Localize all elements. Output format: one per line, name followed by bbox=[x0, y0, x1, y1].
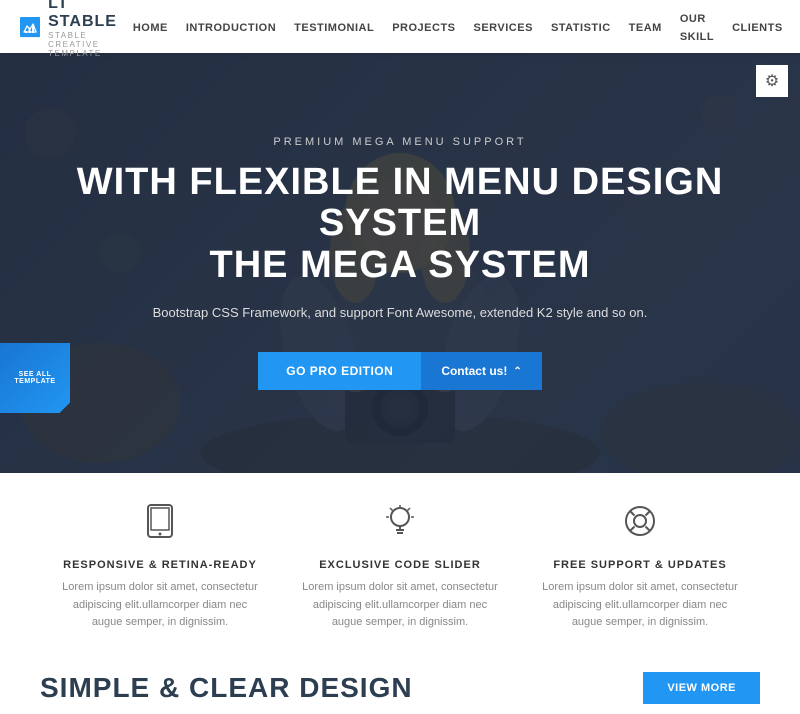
templates-badge[interactable]: SEE ALL TEMPLATE bbox=[0, 343, 70, 413]
bottom-title: SIMPLE & CLEAR DESIGN bbox=[40, 672, 413, 704]
nav-link-testimonial[interactable]: TESTIMONIAL bbox=[294, 22, 374, 34]
nav-link-ourskill[interactable]: OUR SKILL bbox=[680, 13, 714, 43]
gear-icon: ⚙ bbox=[765, 71, 779, 91]
settings-button[interactable]: ⚙ bbox=[756, 65, 788, 97]
view-more-button[interactable]: View More bbox=[643, 672, 760, 704]
features-section: RESPONSIVE & RETINA-READY Lorem ipsum do… bbox=[0, 473, 800, 652]
bulb-icon bbox=[382, 503, 418, 547]
logo-icon bbox=[20, 9, 40, 45]
hero-title-line1: WITH FLEXIBLE IN MENU DESIGN SYSTEM bbox=[77, 161, 724, 245]
hero-title-line2: THE MEGA SYSTEM bbox=[210, 244, 591, 286]
feature-slider-desc: Lorem ipsum dolor sit amet, consectetur … bbox=[300, 579, 500, 632]
feature-slider-title: EXCLUSIVE CODE SLIDER bbox=[319, 559, 481, 571]
nav-link-statistic[interactable]: STATISTIC bbox=[551, 22, 611, 34]
nav-item-home[interactable]: HOME bbox=[133, 18, 168, 36]
nav-link-projects[interactable]: PROJECTS bbox=[392, 22, 455, 34]
feature-support-desc: Lorem ipsum dolor sit amet, consectetur … bbox=[540, 579, 740, 632]
logo[interactable]: LT STABLE STABLE CREATIVE TEMPLATE bbox=[20, 0, 133, 58]
badge-label: SEE ALL TEMPLATE bbox=[0, 371, 70, 385]
contact-label: Contact us! bbox=[441, 364, 507, 378]
nav-item-projects[interactable]: PROJECTS bbox=[392, 18, 455, 36]
feature-responsive-desc: Lorem ipsum dolor sit amet, consectetur … bbox=[60, 579, 260, 632]
nav-item-statistic[interactable]: STATISTIC bbox=[551, 18, 611, 36]
support-icon bbox=[622, 503, 658, 547]
hero-cta-buttons: Go Pro Edition Contact us! ⌃ bbox=[258, 352, 541, 390]
nav-link-services[interactable]: SERVICES bbox=[474, 22, 533, 34]
hero-tagline: PREMIUM MEGA MENU SUPPORT bbox=[273, 136, 526, 148]
logo-title: LT STABLE bbox=[48, 0, 133, 31]
logo-text: LT STABLE STABLE CREATIVE TEMPLATE bbox=[48, 0, 133, 58]
bottom-section: SIMPLE & CLEAR DESIGN View More bbox=[0, 652, 800, 714]
contact-button[interactable]: Contact us! ⌃ bbox=[421, 352, 541, 390]
nav-item-services[interactable]: SERVICES bbox=[474, 18, 533, 36]
nav-menu: HOME INTRODUCTION TESTIMONIAL PROJECTS S… bbox=[133, 9, 800, 45]
feature-responsive-title: RESPONSIVE & RETINA-READY bbox=[63, 559, 257, 571]
tablet-icon bbox=[142, 503, 178, 547]
feature-support: FREE SUPPORT & UPDATES Lorem ipsum dolor… bbox=[540, 503, 740, 632]
logo-subtitle: STABLE CREATIVE TEMPLATE bbox=[48, 31, 133, 58]
feature-support-title: FREE SUPPORT & UPDATES bbox=[553, 559, 726, 571]
nav-item-clients[interactable]: CLIENTS bbox=[732, 18, 783, 36]
hero-section: ⚙ SEE ALL TEMPLATE PREMIUM MEGA MENU SUP… bbox=[0, 53, 800, 473]
nav-item-introduction[interactable]: INTRODUCTION bbox=[186, 18, 276, 36]
nav-item-team[interactable]: TEAM bbox=[629, 18, 662, 36]
nav-link-home[interactable]: HOME bbox=[133, 22, 168, 34]
nav-item-testimonial[interactable]: TESTIMONIAL bbox=[294, 18, 374, 36]
nav-link-introduction[interactable]: INTRODUCTION bbox=[186, 22, 276, 34]
chevron-up-icon: ⌃ bbox=[513, 366, 521, 377]
feature-responsive: RESPONSIVE & RETINA-READY Lorem ipsum do… bbox=[60, 503, 260, 632]
hero-content: PREMIUM MEGA MENU SUPPORT WITH FLEXIBLE … bbox=[0, 53, 800, 473]
navbar: LT STABLE STABLE CREATIVE TEMPLATE HOME … bbox=[0, 0, 800, 53]
go-pro-button[interactable]: Go Pro Edition bbox=[258, 352, 421, 390]
nav-link-clients[interactable]: CLIENTS bbox=[732, 22, 783, 34]
feature-slider: EXCLUSIVE CODE SLIDER Lorem ipsum dolor … bbox=[300, 503, 500, 632]
hero-subtitle: Bootstrap CSS Framework, and support Fon… bbox=[153, 303, 648, 323]
hero-title: WITH FLEXIBLE IN MENU DESIGN SYSTEM THE … bbox=[60, 162, 740, 287]
nav-item-ourskill[interactable]: OUR SKILL bbox=[680, 9, 714, 45]
nav-link-team[interactable]: TEAM bbox=[629, 22, 662, 34]
